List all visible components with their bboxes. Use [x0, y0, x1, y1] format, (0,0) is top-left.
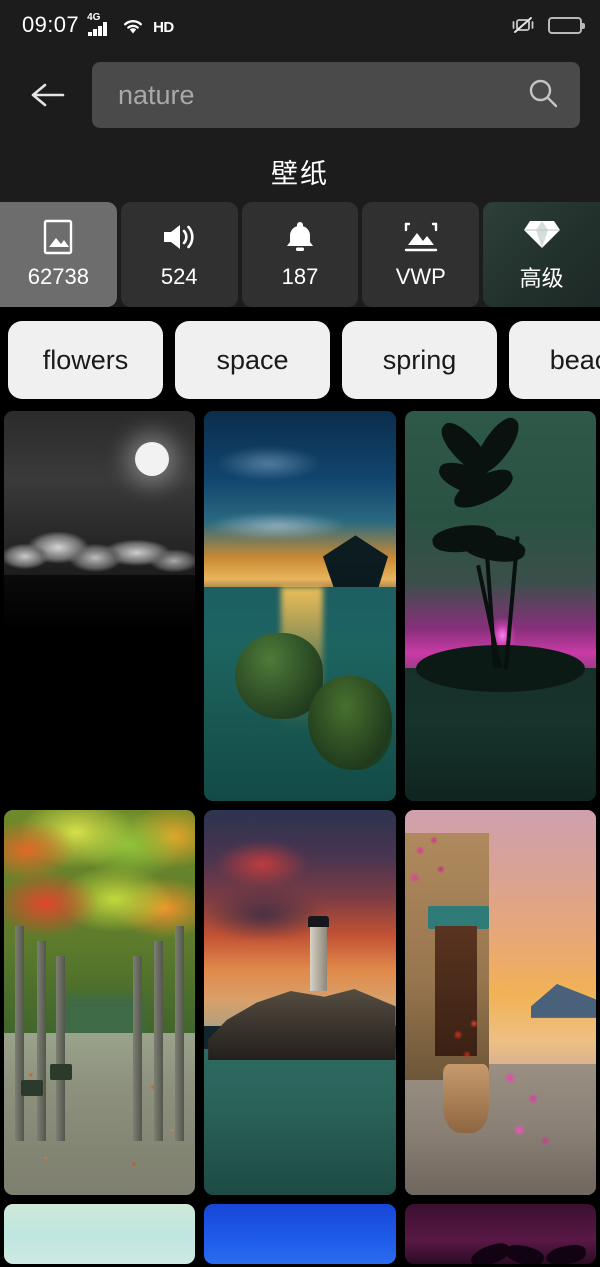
diamond-icon	[522, 217, 562, 251]
tab-images-label: 62738	[27, 263, 89, 289]
search-field[interactable]	[92, 62, 580, 128]
wallpaper-thumbnail	[204, 1204, 396, 1264]
search-icon[interactable]	[526, 76, 560, 115]
image-icon	[42, 219, 74, 254]
wallpaper-thumbnail	[204, 411, 396, 801]
bell-icon	[283, 220, 317, 254]
status-time: 09:07	[22, 12, 80, 37]
landscape-icon	[401, 220, 441, 254]
status-bar-right	[510, 14, 585, 36]
chip-spring[interactable]: spring	[342, 321, 497, 399]
tab-premium-label: 高级	[519, 265, 564, 291]
search-bar	[0, 50, 600, 140]
chip-flowers[interactable]: flowers	[8, 321, 163, 399]
chip-space[interactable]: space	[175, 321, 330, 399]
wallpaper-grid	[0, 411, 600, 1264]
vibrate-mute-icon	[510, 14, 536, 36]
battery-icon	[548, 16, 585, 34]
tab-ringtones[interactable]: 187	[241, 202, 359, 307]
tab-premium[interactable]: 高级	[483, 202, 600, 307]
signal-bars-icon: 4G	[87, 12, 113, 36]
wallpaper-magenta-palms[interactable]	[404, 1204, 596, 1264]
wallpaper-row	[4, 810, 596, 1195]
wallpaper-palm-silhouette-magenta[interactable]	[404, 411, 596, 801]
hd-icon: HD	[153, 19, 174, 36]
tab-vwp-label: VWP	[395, 263, 446, 289]
wallpaper-blue-gradient[interactable]	[204, 1204, 396, 1264]
tab-images[interactable]: 62738	[0, 202, 117, 307]
search-input[interactable]	[118, 79, 526, 111]
status-bar-left: 09:07 4G HD	[22, 12, 174, 37]
page-title-row: 壁纸	[0, 140, 600, 202]
wallpaper-mint-gradient[interactable]	[4, 1204, 196, 1264]
suggestion-chips: flowers space spring beach	[0, 307, 600, 411]
chip-beach[interactable]: beach	[509, 321, 600, 399]
wallpaper-thumbnail	[4, 810, 196, 1195]
wallpaper-moonlit-clouds-bw[interactable]	[4, 411, 196, 801]
page-title: 壁纸	[271, 158, 329, 189]
tab-sounds[interactable]: 524	[120, 202, 238, 307]
wallpaper-lighthouse-dusk[interactable]	[204, 810, 396, 1195]
wallpaper-app-screen: 09:07 4G HD 壁纸	[0, 0, 600, 1267]
wallpaper-autumn-tree-avenue[interactable]	[4, 810, 196, 1195]
wallpaper-thumbnail	[204, 810, 396, 1195]
wallpaper-mediterranean-terrace[interactable]	[404, 810, 596, 1195]
wallpaper-thumbnail	[404, 411, 596, 801]
speaker-icon	[160, 220, 198, 254]
tab-ringtones-label: 187	[281, 263, 319, 289]
back-arrow-icon[interactable]	[18, 65, 78, 125]
wallpaper-thumbnail	[4, 1204, 196, 1264]
category-tab-strip: 62738 524 187 VWP 高级	[0, 202, 600, 307]
wallpaper-row	[4, 1204, 596, 1264]
wallpaper-thumbnail	[404, 810, 596, 1195]
wallpaper-tropical-lagoon-sunset[interactable]	[204, 411, 396, 801]
wallpaper-thumbnail	[4, 411, 196, 801]
wifi-icon	[121, 16, 145, 36]
wallpaper-row	[4, 411, 596, 801]
wallpaper-thumbnail	[404, 1204, 596, 1264]
tab-sounds-label: 524	[160, 263, 198, 289]
tab-vwp[interactable]: VWP	[362, 202, 480, 307]
status-bar: 09:07 4G HD	[0, 0, 600, 50]
